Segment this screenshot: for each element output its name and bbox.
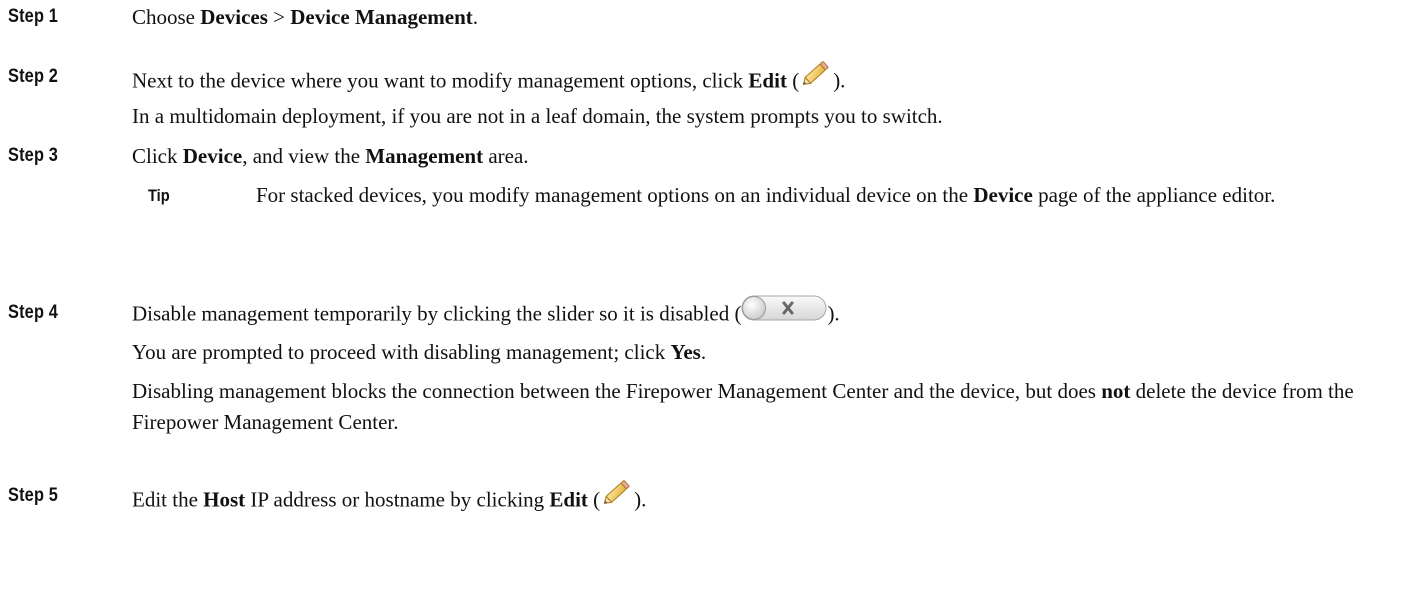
tip-text: For stacked devices, you modify manageme… (256, 183, 1276, 207)
pencil-icon[interactable] (600, 476, 634, 517)
step-4-warning: Disabling management blocks the connecti… (132, 379, 1354, 434)
step-4-label: Step 4 (8, 302, 59, 323)
step-1-text: Choose Devices > Device Management. (132, 5, 479, 29)
step-3-text: Click Device, and view the Management ar… (132, 144, 529, 168)
step-1-label: Step 1 (8, 6, 59, 27)
step-2-text: Next to the device where you want to mod… (132, 61, 845, 103)
tip-label: Tip (148, 186, 170, 205)
step-4-text: Disable management temporarily by clicki… (132, 295, 840, 333)
step-5-text: Edit the Host IP address or hostname by … (132, 480, 646, 522)
step-2-note: In a multidomain deployment, if you are … (132, 104, 943, 128)
step-5-label: Step 5 (8, 485, 59, 506)
step-3-label: Step 3 (8, 145, 59, 166)
step-2-label: Step 2 (8, 66, 59, 87)
pencil-icon[interactable] (799, 57, 833, 98)
step-4-prompt: You are prompted to proceed with disabli… (132, 340, 707, 364)
slider-disabled-icon[interactable] (741, 295, 827, 330)
